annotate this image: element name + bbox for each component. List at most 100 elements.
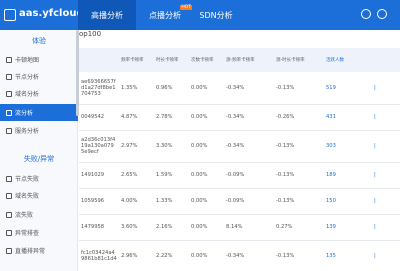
section-title-experience: 体验: [32, 37, 46, 45]
table-row[interactable]: ae69366657f d1a27df8be1 704753 1.35% 0.9…: [79, 72, 400, 105]
cell: 1.35%: [119, 72, 154, 105]
sidebar-item-stream-failure[interactable]: 流失败: [0, 206, 78, 223]
cell: -0.09%: [224, 188, 274, 215]
cell: 4.00%: [119, 188, 154, 215]
cell: 2.96%: [119, 240, 154, 271]
table-row[interactable]: 1059596 4.00% 1.33% 0.00% -0.09% -0.13% …: [79, 188, 400, 215]
nav-vod-label: 点播分析: [149, 10, 181, 20]
sidebar-item-domain-failure[interactable]: 域名失败: [0, 187, 78, 204]
col-header-stream: [79, 48, 119, 72]
logo-icon: [4, 9, 16, 21]
sidebar-item-node-failure[interactable]: 节点失败: [0, 170, 78, 187]
cell: 8.14%: [224, 214, 274, 241]
stream-id: fc1c03424a4 9861b81c1d4: [79, 240, 119, 271]
col-header-op: [372, 48, 400, 72]
sidebar-item-label: 流失败: [15, 212, 34, 219]
top-bar: aas.yfcloud.com 高播分析 点播分析 HOT SDN分析: [0, 0, 400, 30]
cell: 135: [324, 240, 372, 271]
nav-sdn-label: SDN分析: [199, 10, 233, 20]
cell: 2.97%: [119, 130, 154, 163]
nav-live[interactable]: 高播分析: [78, 0, 136, 30]
sidebar-item-label: 域名分析: [15, 91, 40, 98]
cell: -0.13%: [274, 240, 324, 271]
table-row[interactable]: 0049542 4.87% 2.78% 0.00% -0.34% -0.26% …: [79, 104, 400, 131]
nav-sdn[interactable]: SDN分析: [194, 0, 238, 30]
cell: -0.09%: [224, 162, 274, 189]
sidebar-item-live-anomaly[interactable]: 直播排异常: [0, 242, 78, 259]
row-action[interactable]: |: [372, 188, 400, 215]
col-header-src-duration-rate[interactable]: 源-时长卡顿率: [274, 48, 324, 72]
row-action[interactable]: |: [372, 240, 400, 271]
cell: -0.34%: [224, 130, 274, 163]
node-icon: [6, 73, 12, 80]
cell: 0.00%: [189, 214, 224, 241]
domain-failure-icon: [6, 192, 12, 199]
cell: 2.78%: [154, 104, 189, 131]
col-header-count-rate[interactable]: 次数卡顿率: [189, 48, 224, 72]
cell: -0.26%: [274, 104, 324, 131]
map-icon: [6, 56, 12, 63]
col-header-duration-rate[interactable]: 时长卡顿率: [154, 48, 189, 72]
sidebar-item-service[interactable]: 服务分析: [0, 122, 78, 139]
cell: 431: [324, 104, 372, 131]
data-table: 频率卡顿率 时长卡顿率 次数卡顿率 源-频率卡顿率 源-时长卡顿率 活跃人数 a…: [79, 48, 400, 271]
sidebar-item-label: 域名失败: [15, 193, 40, 200]
cell: 150: [324, 188, 372, 215]
cell: -0.13%: [274, 130, 324, 163]
stream-icon: [6, 109, 12, 116]
row-action[interactable]: |: [372, 130, 400, 163]
table-row[interactable]: fc1c03424a4 9861b81c1d4 2.96% 2.22% 0.00…: [79, 240, 400, 271]
stream-id: 1491029: [79, 162, 119, 189]
troubleshoot-icon: [6, 229, 12, 236]
sidebar-item-label: 节点失败: [15, 176, 40, 183]
sidebar-item-label: 服务分析: [15, 128, 40, 135]
sidebar-item-label: 异常排查: [15, 230, 40, 237]
cell: -0.34%: [224, 240, 274, 271]
sidebar-item-troubleshoot[interactable]: 异常排查: [0, 224, 78, 241]
cell: 189: [324, 162, 372, 189]
cell: -0.13%: [274, 72, 324, 105]
cell: 139: [324, 214, 372, 241]
sidebar-item-label: 流分析: [15, 110, 34, 117]
cell: 3.60%: [119, 214, 154, 241]
cell: 0.00%: [189, 188, 224, 215]
sidebar-item-node[interactable]: 节点分析: [0, 68, 78, 85]
cell: -0.13%: [274, 188, 324, 215]
row-action[interactable]: |: [372, 72, 400, 105]
nav-live-label: 高播分析: [91, 10, 123, 20]
table-row[interactable]: 1491029 2.65% 1.59% 0.00% -0.09% -0.13% …: [79, 162, 400, 189]
col-header-freq-rate[interactable]: 频率卡顿率: [119, 48, 154, 72]
row-action[interactable]: |: [372, 162, 400, 189]
table-row[interactable]: 1479958 3.60% 2.16% 0.00% 8.14% 0.27% 13…: [79, 214, 400, 241]
stream-id: 1059596: [79, 188, 119, 215]
sidebar-item-label: 节点分析: [15, 74, 40, 81]
cell: 519: [324, 72, 372, 105]
cell: 0.27%: [274, 214, 324, 241]
col-header-active-users[interactable]: 活跃人数: [324, 48, 372, 72]
user-icon[interactable]: [377, 9, 387, 19]
domain-icon: [6, 90, 12, 97]
sidebar-item-stream[interactable]: 流分析: [0, 104, 78, 121]
settings-icon[interactable]: [361, 9, 371, 19]
cell: 1.59%: [154, 162, 189, 189]
cell: -0.13%: [274, 162, 324, 189]
anomaly-icon: [6, 247, 12, 254]
cell: 0.00%: [189, 240, 224, 271]
stream-id: 0049542: [79, 104, 119, 131]
sidebar-item-stall-map[interactable]: 卡顿地图: [0, 51, 78, 68]
row-action[interactable]: |: [372, 104, 400, 131]
cell: 0.00%: [189, 130, 224, 163]
sidebar: 体验 卡顿地图 节点分析 域名分析 流分析 服务分析 失败/异常 节点失败 域名…: [0, 30, 78, 271]
cell: 2.65%: [119, 162, 154, 189]
cell: 303: [324, 130, 372, 163]
sidebar-item-label: 卡顿地图: [15, 57, 40, 64]
table-row[interactable]: a2d36c013f4 19a130a079 5e9ecf 2.97% 3.30…: [79, 130, 400, 163]
hot-badge: HOT: [180, 5, 192, 10]
cell: 2.22%: [154, 240, 189, 271]
sidebar-item-domain[interactable]: 域名分析: [0, 85, 78, 102]
nav-vod[interactable]: 点播分析 HOT: [136, 0, 194, 30]
col-header-src-freq-rate[interactable]: 源-频率卡顿率: [224, 48, 274, 72]
row-action[interactable]: |: [372, 214, 400, 241]
stream-id: a2d36c013f4 19a130a079 5e9ecf: [79, 130, 119, 163]
sidebar-item-label: 直播排异常: [15, 248, 46, 255]
